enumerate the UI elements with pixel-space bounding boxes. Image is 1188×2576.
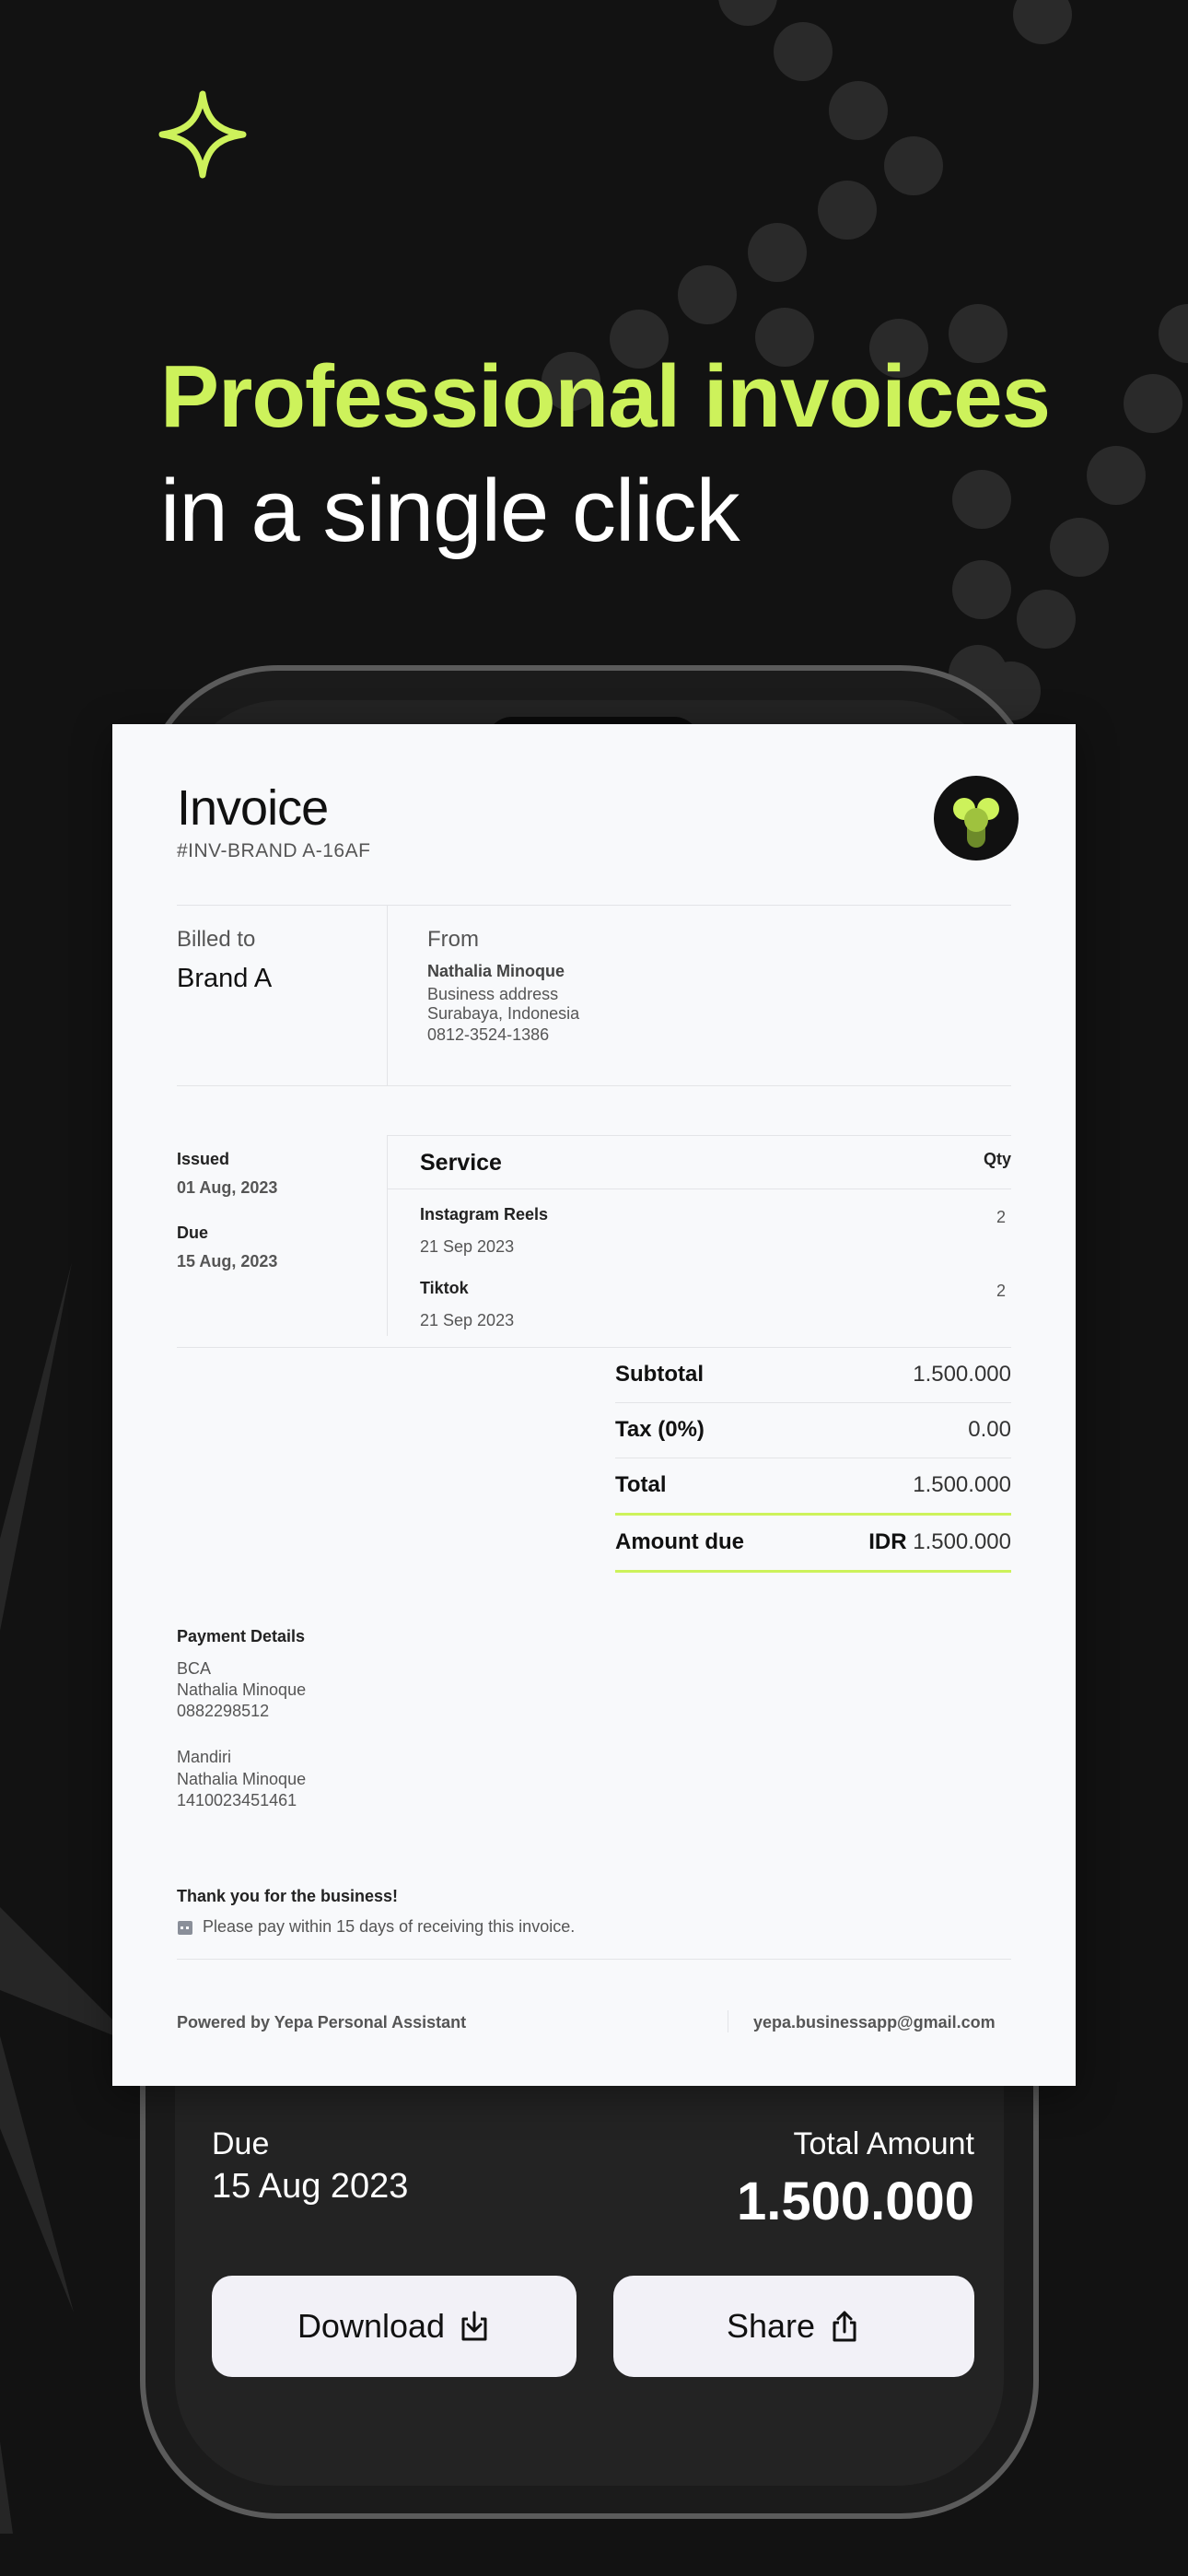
billed-to-value: Brand A: [177, 964, 273, 993]
service-date: 21 Sep 2023: [420, 1311, 515, 1329]
headline-sub: in a single click: [160, 462, 740, 560]
bank1-name: BCA: [177, 1659, 212, 1678]
headline-accent: Professional invoices: [160, 347, 1051, 446]
summary-due-date: 15 Aug 2023: [212, 2167, 409, 2206]
bank2-name: Mandiri: [177, 1748, 232, 1766]
payment-details-title: Payment Details: [177, 1627, 306, 1645]
share-button-label: Share: [726, 2307, 816, 2345]
issued-label: Issued: [177, 1150, 230, 1168]
service-date: 21 Sep 2023: [420, 1237, 515, 1256]
yepa-logo-icon: [953, 798, 999, 848]
bank2-account: 1410023451461: [177, 1791, 297, 1809]
tax-value: 0.00: [968, 1417, 1011, 1442]
subtotal-value: 1.500.000: [913, 1362, 1011, 1387]
brand-logo: [934, 776, 1019, 861]
note-row: Please pay within 15 days of receiving t…: [177, 1916, 575, 1938]
invoice-number: #INV-BRAND A-16AF: [177, 840, 371, 861]
from-city: Surabaya, Indonesia: [427, 1004, 580, 1023]
summary-due-label: Due: [212, 2126, 270, 2161]
invoice-document: Invoice #INV-BRAND A-16AF Billed to Bran…: [112, 724, 1076, 2086]
due-date: 15 Aug, 2023: [177, 1252, 278, 1270]
issued-date: 01 Aug, 2023: [177, 1178, 278, 1197]
summary-total-label: Total Amount: [793, 2126, 974, 2161]
amount-due: IDR 1.500.000: [868, 1529, 1011, 1555]
amount-due-value: 1.500.000: [913, 1529, 1011, 1554]
total-label: Total: [615, 1472, 667, 1497]
total-value: 1.500.000: [913, 1472, 1011, 1497]
contact-email[interactable]: yepa.businessapp@gmail.com: [753, 2012, 996, 2033]
service-qty: 2: [996, 1208, 1006, 1226]
download-button-label: Download: [297, 2307, 446, 2345]
invoice-title: Invoice: [177, 780, 329, 836]
thanks-text: Thank you for the business!: [177, 1887, 399, 1905]
share-button[interactable]: Share: [613, 2276, 974, 2377]
billed-to-label: Billed to: [177, 927, 256, 952]
bank2-holder: Nathalia Minoque: [177, 1770, 307, 1788]
sparkle-icon: [158, 90, 247, 179]
amount-due-label: Amount due: [615, 1529, 744, 1554]
from-phone: 0812-3524-1386: [427, 1025, 550, 1044]
bank1-account: 0882298512: [177, 1702, 270, 1720]
download-button[interactable]: Download: [212, 2276, 577, 2377]
due-label: Due: [177, 1224, 209, 1242]
powered-by: Powered by Yepa Personal Assistant: [177, 2013, 467, 2032]
amount-due-currency: IDR: [868, 1529, 907, 1554]
service-qty: 2: [996, 1282, 1006, 1300]
from-label: From: [427, 927, 479, 952]
calendar-icon: [178, 1920, 192, 1935]
service-name: Instagram Reels: [420, 1205, 549, 1224]
qty-header: Qty: [983, 1150, 1011, 1168]
bank1-holder: Nathalia Minoque: [177, 1680, 307, 1699]
service-header: Service: [420, 1150, 502, 1176]
summary-total-value: 1.500.000: [736, 2172, 974, 2231]
service-name: Tiktok: [420, 1279, 469, 1297]
download-tray-icon: [461, 2311, 487, 2341]
from-address: Business address: [427, 985, 559, 1003]
payment-note: Please pay within 15 days of receiving t…: [203, 1917, 576, 1936]
tax-label: Tax (0%): [615, 1417, 705, 1442]
subtotal-label: Subtotal: [615, 1362, 704, 1387]
share-icon: [833, 2311, 856, 2342]
from-name: Nathalia Minoque: [427, 962, 565, 980]
